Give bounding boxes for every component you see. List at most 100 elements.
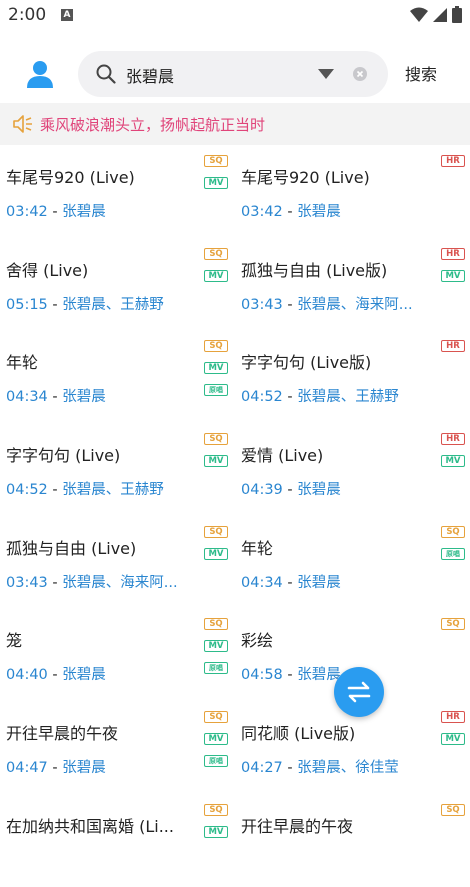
quality-badge: SQ xyxy=(441,525,465,538)
song-item[interactable]: 字字句句 (Live) 04:52 - 张碧晨、王赫野 SQ MV xyxy=(0,423,228,515)
song-meta: 03:42 - 张碧晨 xyxy=(241,200,441,221)
song-title: 舍得 (Live) xyxy=(6,260,89,280)
song-item[interactable]: 年轮 04:34 - 张碧晨 SQ MV 原唱 xyxy=(0,330,228,422)
search-box[interactable]: 张碧晨 xyxy=(78,51,388,97)
song-title: 年轮 xyxy=(241,538,274,558)
quality-badge: SQ xyxy=(204,247,228,260)
quality-badge: SQ xyxy=(204,711,228,724)
dropdown-arrow-icon[interactable] xyxy=(318,69,334,79)
separator: - xyxy=(47,667,63,684)
song-item[interactable]: 字字句句 (Live版) 04:52 - 张碧晨、王赫野 HR xyxy=(235,330,465,422)
song-duration: 04:40 xyxy=(6,667,48,684)
song-title: 笼 xyxy=(6,631,23,651)
quality-badges: HR MV xyxy=(441,433,465,477)
quality-badge: MV xyxy=(204,362,228,375)
song-title: 在加纳共和国离婚 (Li... xyxy=(6,816,174,836)
separator: - xyxy=(282,574,298,591)
quality-badge: SQ xyxy=(204,340,228,353)
song-artists: 张碧晨 xyxy=(62,667,106,684)
separator: - xyxy=(47,296,63,313)
song-item[interactable]: 开往早晨的午夜 04:47 - 张碧晨 SQ MV 原唱 xyxy=(0,701,228,793)
quality-badge: SQ xyxy=(204,803,228,816)
quality-badge: SQ xyxy=(204,433,228,446)
song-item[interactable]: 在加纳共和国离婚 (Li... SQ MV xyxy=(0,794,228,886)
song-duration: 03:42 xyxy=(6,204,48,220)
song-artists: 张碧晨、王赫野 xyxy=(297,389,399,406)
song-meta: 03:42 - 张碧晨 xyxy=(6,200,206,221)
status-bar: 2:00 A xyxy=(0,0,470,34)
separator: - xyxy=(282,389,298,406)
song-item[interactable]: 年轮 04:34 - 张碧晨 SQ 原唱 xyxy=(235,516,465,608)
system-icons xyxy=(410,6,462,23)
separator: - xyxy=(47,482,63,499)
song-artists: 张碧晨 xyxy=(62,204,106,220)
quality-badges: HR xyxy=(441,155,465,177)
quality-badge: 原唱 xyxy=(204,662,228,675)
quality-badge: 原唱 xyxy=(204,384,228,397)
quality-badges: SQ 原唱 xyxy=(441,525,465,570)
song-row: 开往早晨的午夜 04:47 - 张碧晨 SQ MV 原唱 同花顺 (Live版) 04:27… xyxy=(0,701,470,794)
search-input[interactable]: 张碧晨 xyxy=(126,63,174,87)
song-artists: 张碧晨 xyxy=(297,482,341,499)
song-meta: 04:34 - 张碧晨 xyxy=(241,571,441,592)
clear-icon[interactable] xyxy=(353,67,367,81)
song-title: 车尾号920 (Live) xyxy=(6,168,135,187)
song-row: 年轮 04:34 - 张碧晨 SQ MV 原唱 字字句句 (Live版) 04:52 - 张… xyxy=(0,330,470,423)
song-title: 开往早晨的午夜 xyxy=(6,724,119,744)
song-meta: 05:15 - 张碧晨、王赫野 xyxy=(6,293,206,314)
quality-badge: MV xyxy=(204,177,228,189)
separator: - xyxy=(47,760,63,777)
user-avatar-icon[interactable] xyxy=(25,59,55,89)
quality-badges: SQ MV xyxy=(204,155,228,199)
song-artists: 张碧晨 xyxy=(297,574,341,591)
song-artists: 张碧晨、海来阿... xyxy=(297,296,413,313)
song-artists: 张碧晨、徐佳莹 xyxy=(297,760,399,777)
song-title: 年轮 xyxy=(6,353,39,373)
song-item[interactable]: 笼 04:40 - 张碧晨 SQ MV 原唱 xyxy=(0,608,228,700)
quality-badge: SQ xyxy=(204,525,228,538)
wifi-icon xyxy=(410,7,428,22)
song-title: 开往早晨的午夜 xyxy=(241,816,354,836)
announcement-banner: 乘风破浪潮头立，扬帆起航正当时 xyxy=(0,103,470,145)
separator: - xyxy=(47,389,63,406)
song-meta: 04:47 - 张碧晨 xyxy=(6,756,206,777)
separator: - xyxy=(282,667,298,684)
song-item[interactable]: 车尾号920 (Live) 03:42 - 张碧晨 HR xyxy=(235,145,465,237)
song-meta: 04:52 - 张碧晨、王赫野 xyxy=(241,385,441,406)
quality-badge: HR xyxy=(441,711,465,724)
quality-badges: SQ MV 原唱 xyxy=(204,618,228,684)
song-meta: 04:27 - 张碧晨、徐佳莹 xyxy=(241,756,441,777)
quality-badge: 原唱 xyxy=(441,547,465,560)
song-item[interactable]: 开往早晨的午夜 SQ xyxy=(235,794,465,886)
song-item[interactable]: 孤独与自由 (Live版) 03:43 - 张碧晨、海来阿... HR MV xyxy=(235,238,465,330)
quality-badges: SQ MV xyxy=(204,803,228,848)
song-artists: 张碧晨 xyxy=(297,204,341,220)
song-title: 车尾号920 (Live) xyxy=(241,168,370,187)
song-artists: 张碧晨、王赫野 xyxy=(62,296,164,313)
song-duration: 05:15 xyxy=(6,296,48,313)
swap-arrows-icon xyxy=(347,681,371,703)
quality-badges: SQ xyxy=(441,618,465,640)
song-item[interactable]: 孤独与自由 (Live) 03:43 - 张碧晨、海来阿... SQ MV xyxy=(0,516,228,608)
song-grid: 车尾号920 (Live) 03:42 - 张碧晨 SQ MV 车尾号920 (Live… xyxy=(0,145,470,887)
quality-badge: MV xyxy=(204,269,228,282)
search-button[interactable]: 搜索 xyxy=(405,61,437,85)
separator: - xyxy=(47,574,63,591)
song-item[interactable]: 车尾号920 (Live) 03:42 - 张碧晨 SQ MV xyxy=(0,145,228,237)
search-icon xyxy=(96,64,116,84)
quality-badge: MV xyxy=(204,640,228,653)
quality-badge: HR xyxy=(441,155,465,167)
song-item[interactable]: 爱情 (Live) 04:39 - 张碧晨 HR MV xyxy=(235,423,465,515)
quality-badge: MV xyxy=(204,547,228,560)
switch-button[interactable] xyxy=(334,667,384,717)
song-meta: 04:40 - 张碧晨 xyxy=(6,663,206,684)
song-title: 爱情 (Live) xyxy=(241,446,324,466)
separator: - xyxy=(47,204,63,220)
song-title: 孤独与自由 (Live) xyxy=(6,538,137,558)
song-item[interactable]: 舍得 (Live) 05:15 - 张碧晨、王赫野 SQ MV xyxy=(0,238,228,330)
song-artists: 张碧晨 xyxy=(297,667,341,684)
quality-badge: SQ xyxy=(441,803,465,816)
clock: 2:00 xyxy=(8,5,47,25)
song-duration: 03:43 xyxy=(241,296,283,313)
song-duration: 03:42 xyxy=(241,204,283,220)
